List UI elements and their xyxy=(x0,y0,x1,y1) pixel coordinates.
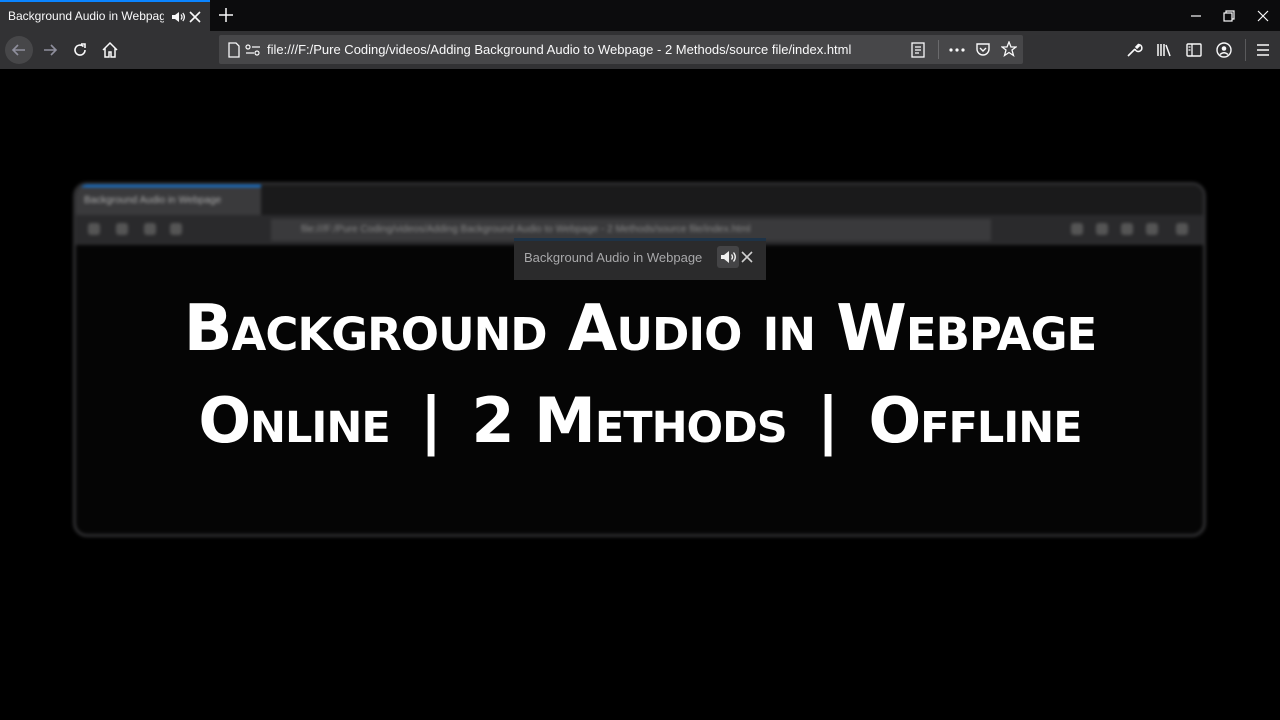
blurred-account-icon xyxy=(1146,223,1158,235)
forward-arrow-icon[interactable] xyxy=(41,41,59,59)
speaker-icon[interactable] xyxy=(170,9,186,25)
blurred-back-icon xyxy=(88,223,100,235)
blurred-reload-icon xyxy=(144,223,156,235)
headline-methods: 2 Methods xyxy=(471,384,787,457)
tab-title: Background Audio in Webpage xyxy=(8,9,164,23)
blurred-tab: Background Audio in Webpage xyxy=(76,185,261,215)
blurred-library-icon xyxy=(1096,223,1108,235)
headline-subtitle: Online | 2 Methods | Offline xyxy=(0,384,1280,457)
blurred-forward-icon xyxy=(116,223,128,235)
url-text[interactable]: file:///F:/Pure Coding/videos/Adding Bac… xyxy=(267,42,851,57)
window-close-icon[interactable] xyxy=(1256,9,1270,23)
blurred-menu-icon xyxy=(1176,223,1188,235)
back-arrow-icon[interactable] xyxy=(5,36,33,64)
minimize-icon[interactable] xyxy=(1189,9,1203,23)
menu-icon[interactable] xyxy=(1254,41,1272,59)
tab-strip: Background Audio in Webpage xyxy=(0,0,1280,31)
headline-title: Background Audio in Webpage xyxy=(183,292,1098,366)
home-icon[interactable] xyxy=(101,41,119,59)
plus-icon[interactable] xyxy=(217,6,235,24)
headline-separator: | xyxy=(816,384,840,457)
headline-offline: Offline xyxy=(868,384,1082,457)
blurred-wrench-icon xyxy=(1071,223,1083,235)
wrench-icon[interactable] xyxy=(1125,41,1143,59)
toolbar-divider xyxy=(1245,39,1246,61)
close-icon xyxy=(740,250,754,264)
url-divider xyxy=(938,40,939,59)
url-bar[interactable]: file:///F:/Pure Coding/videos/Adding Bac… xyxy=(219,35,1023,64)
bookmark-star-icon[interactable] xyxy=(1001,41,1017,57)
headline-online: Online xyxy=(198,384,390,457)
more-icon[interactable] xyxy=(948,43,966,57)
tab-background-audio[interactable]: Background Audio in Webpage xyxy=(0,0,210,31)
blurred-sidebar-icon xyxy=(1121,223,1133,235)
restore-icon[interactable] xyxy=(1222,9,1236,23)
close-icon[interactable] xyxy=(188,10,202,24)
nav-toolbar: file:///F:/Pure Coding/videos/Adding Bac… xyxy=(0,31,1280,69)
headline-separator: | xyxy=(419,384,443,457)
speaker-icon xyxy=(717,246,739,268)
tab-tooltip-preview: Background Audio in Webpage xyxy=(514,238,766,280)
account-icon[interactable] xyxy=(1215,41,1233,59)
blurred-home-icon xyxy=(170,223,182,235)
sidebar-icon[interactable] xyxy=(1185,41,1203,59)
pocket-icon[interactable] xyxy=(975,41,991,57)
blurred-tab-title: Background Audio in Webpage xyxy=(84,195,222,206)
blurred-url-text: file:///F:/Pure Coding/videos/Adding Bac… xyxy=(301,224,751,235)
permissions-icon[interactable] xyxy=(245,43,261,57)
page-icon[interactable] xyxy=(227,42,241,58)
tooltip-title: Background Audio in Webpage xyxy=(524,250,703,265)
library-icon[interactable] xyxy=(1155,41,1173,59)
reload-icon[interactable] xyxy=(71,41,89,59)
blurred-tab-strip: Background Audio in Webpage xyxy=(76,185,1203,215)
reader-view-icon[interactable] xyxy=(911,42,925,58)
